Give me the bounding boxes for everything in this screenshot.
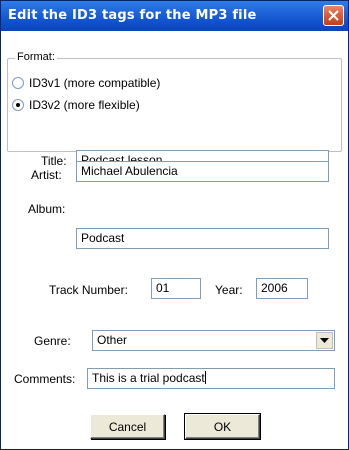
comments-label: Comments: xyxy=(14,372,76,386)
title-bar[interactable]: Edit the ID3 tags for the MP3 file xyxy=(1,1,348,31)
year-label: Year: xyxy=(215,283,243,297)
cancel-button[interactable]: Cancel xyxy=(90,414,165,439)
ok-button[interactable]: OK xyxy=(184,413,261,440)
track-number-input[interactable]: 01 xyxy=(151,278,201,299)
track-number-label: Track Number: xyxy=(49,283,128,297)
radio-id3v2-circle[interactable] xyxy=(12,99,24,111)
genre-dropdown[interactable]: Other xyxy=(92,330,335,351)
radio-id3v1-label[interactable]: ID3v1 (more compatible) xyxy=(29,76,160,90)
window-title: Edit the ID3 tags for the MP3 file xyxy=(8,8,257,23)
chevron-down-icon xyxy=(320,338,329,343)
artist-label: Artist: xyxy=(31,168,62,182)
artist-input[interactable]: Michael Abulencia xyxy=(76,161,329,182)
comments-input[interactable]: This is a trial podcast xyxy=(87,368,335,389)
genre-selected-value: Other xyxy=(97,333,128,347)
radio-id3v2-label[interactable]: ID3v2 (more flexible) xyxy=(29,98,140,112)
radio-id3v2[interactable]: ID3v2 (more flexible) xyxy=(12,97,140,113)
text-caret xyxy=(204,371,206,384)
radio-selected-dot xyxy=(16,103,20,107)
close-button[interactable] xyxy=(323,5,344,26)
genre-dropdown-button[interactable] xyxy=(316,332,333,349)
title-label: Title: xyxy=(41,154,67,168)
format-group-label: Format: xyxy=(15,51,57,63)
genre-label: Genre: xyxy=(34,334,71,348)
comments-value: This is a trial podcast xyxy=(92,371,205,385)
radio-id3v1[interactable]: ID3v1 (more compatible) xyxy=(12,75,160,91)
album-input[interactable]: Podcast xyxy=(76,228,329,249)
close-icon xyxy=(328,10,339,21)
dialog-body: Format: ID3v1 (more compatible) ID3v2 (m… xyxy=(1,31,348,449)
radio-id3v1-circle[interactable] xyxy=(12,77,24,89)
album-label: Album: xyxy=(28,202,66,216)
id3-dialog: Edit the ID3 tags for the MP3 file Forma… xyxy=(0,0,349,450)
year-input[interactable]: 2006 xyxy=(256,278,308,299)
